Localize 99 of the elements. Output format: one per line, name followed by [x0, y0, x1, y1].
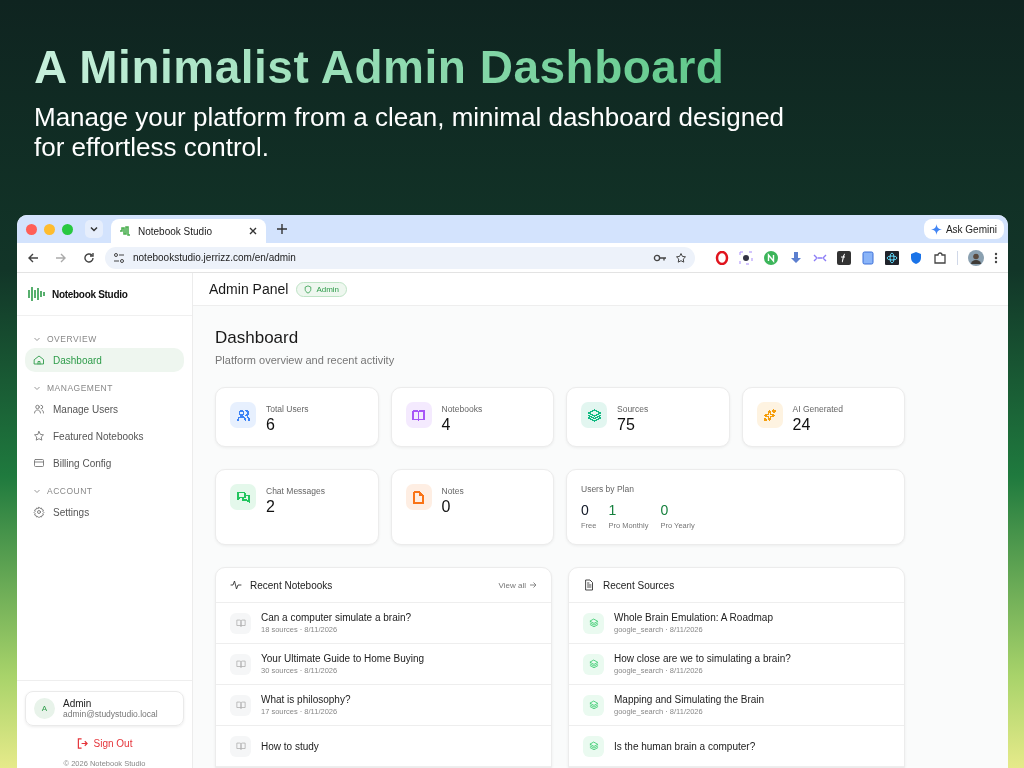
logo-icon — [28, 287, 46, 301]
nav-item[interactable]: Billing Config — [25, 451, 184, 475]
nav-item[interactable]: Settings — [25, 500, 184, 524]
plan-count: 0 — [660, 502, 670, 518]
book-icon — [235, 659, 246, 669]
book-icon — [235, 618, 246, 628]
extension-icon[interactable] — [739, 250, 753, 265]
item-title: Whole Brain Emulation: A Roadmap — [614, 612, 773, 623]
user-email: admin@studystudio.local — [63, 709, 158, 719]
layers-icon — [588, 700, 599, 710]
dashboard-title: Dashboard — [215, 328, 300, 348]
stat-value: 0 — [441, 498, 452, 516]
stat-value: 4 — [441, 416, 452, 434]
stat-label: Chat Messages — [266, 486, 326, 496]
nav-label: Billing Config — [53, 457, 112, 469]
dashboard-subtitle: Platform overview and recent activity — [215, 354, 396, 366]
nav-label: Dashboard — [53, 354, 102, 366]
plan-count: 0 — [581, 502, 590, 518]
close-icon[interactable] — [248, 226, 258, 236]
section-title: ACCOUNT — [47, 486, 93, 496]
chevron-icon — [33, 487, 41, 495]
role-badge: Admin — [296, 281, 348, 297]
list-row[interactable]: Is the human brain a computer? — [569, 726, 904, 767]
panel-title: Recent Notebooks — [250, 579, 333, 591]
stat-label: AI Generated — [792, 404, 844, 414]
tab-title: Notebook Studio — [138, 225, 212, 237]
stat-value: 24 — [792, 416, 812, 434]
back-icon[interactable] — [27, 251, 39, 264]
nav-label: Manage Users — [53, 403, 119, 415]
user-card[interactable]: A Admin admin@studystudio.local — [25, 691, 184, 726]
list-row[interactable]: How to study — [216, 726, 551, 767]
favicon-icon — [119, 225, 131, 237]
section-title: OVERVIEW — [47, 334, 97, 344]
shield-icon[interactable] — [909, 250, 923, 265]
plan-count: 1 — [608, 502, 618, 518]
more-menu-icon[interactable] — [994, 251, 998, 264]
layers-icon — [588, 659, 599, 669]
sparkle-icon — [930, 223, 942, 235]
puzzle-icon[interactable] — [933, 250, 947, 265]
plan-card-title: Users by Plan — [581, 484, 635, 494]
stat-label: Total Users — [266, 404, 309, 414]
stat-label: Sources — [617, 404, 649, 414]
chevron-icon — [33, 335, 41, 343]
section-header[interactable]: ACCOUNT — [25, 478, 184, 500]
stat-label: Notebooks — [441, 404, 483, 414]
item-title: What is philosophy? — [261, 694, 351, 705]
extension-icon[interactable] — [885, 250, 899, 265]
site-settings-icon[interactable] — [113, 251, 125, 264]
url-text: notebookstudio.jerrizz.com/en/admin — [133, 252, 297, 263]
file-icon — [583, 579, 595, 591]
browser-tab[interactable]: Notebook Studio — [111, 219, 266, 243]
star-icon — [33, 430, 45, 442]
item-title: How to study — [261, 740, 319, 752]
sign-out-icon — [76, 738, 88, 749]
reload-icon[interactable] — [83, 251, 95, 264]
section-title: MANAGEMENT — [47, 383, 113, 393]
user-name: Admin — [63, 698, 93, 709]
item-title: Mapping and Simulating the Brain — [614, 694, 765, 705]
nav-item[interactable]: Featured Notebooks — [25, 424, 184, 448]
ask-button[interactable]: Ask Gemini — [923, 219, 1004, 239]
bookmark-star-icon[interactable] — [675, 251, 687, 264]
item-title: Is the human brain a computer? — [614, 740, 756, 752]
sign-out-button[interactable]: Sign Out — [74, 736, 135, 751]
item-title: How close are we to simulating a brain? — [614, 653, 791, 664]
activity-icon — [230, 579, 242, 591]
item-title: Can a computer simulate a brain? — [261, 612, 412, 623]
avatar-icon[interactable] — [968, 249, 984, 266]
new-tab-icon[interactable] — [276, 223, 288, 235]
nav-item[interactable]: Manage Users — [25, 397, 184, 421]
stat-value: 2 — [266, 498, 276, 516]
address-bar[interactable]: notebookstudio.jerrizz.com/en/admin — [105, 246, 695, 269]
chevron-down-icon — [89, 224, 99, 234]
stat-label: Notes — [441, 486, 464, 496]
avatar: A — [34, 698, 55, 719]
stat-value: 75 — [617, 416, 636, 434]
subheadline: Manage your platform from a clean, minimal dashboard designed for effortless control. — [34, 102, 786, 162]
card-icon — [33, 457, 45, 469]
stat-value: 6 — [266, 416, 276, 434]
book-icon — [235, 741, 246, 751]
nav-label: Featured Notebooks — [53, 430, 144, 442]
users-icon — [33, 403, 45, 415]
nav-label: Settings — [53, 506, 90, 518]
page-title: Admin Panel — [209, 281, 289, 297]
shield-icon — [304, 284, 313, 294]
view-all-link[interactable]: View all — [498, 580, 537, 590]
layers-icon — [588, 618, 599, 628]
section-header[interactable]: OVERVIEW — [25, 326, 184, 348]
arrow-right-icon — [529, 581, 537, 589]
extension-icon[interactable] — [837, 250, 851, 265]
section-header[interactable]: MANAGEMENT — [25, 375, 184, 397]
book-icon — [235, 700, 246, 710]
home-icon — [33, 354, 45, 366]
brand-name: Notebook Studio — [52, 288, 128, 300]
chevron-icon — [33, 384, 41, 392]
panel-title: Recent Sources — [603, 579, 675, 591]
item-title: Your Ultimate Guide to Home Buying — [261, 653, 425, 664]
tab-list-button[interactable] — [85, 220, 103, 238]
gear-icon — [33, 506, 45, 518]
layers-icon — [588, 741, 599, 751]
